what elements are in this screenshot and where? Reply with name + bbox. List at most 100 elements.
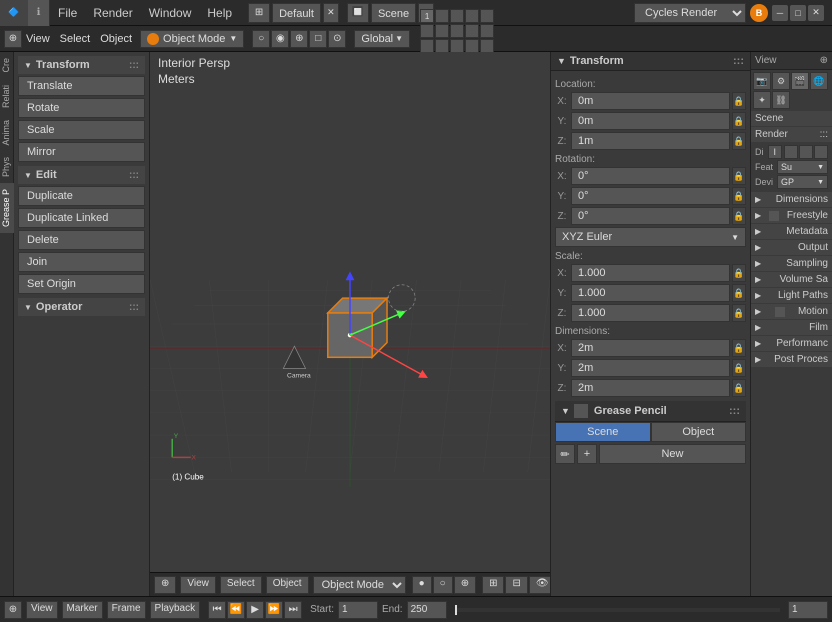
- timeline-marker-btn[interactable]: Marker: [62, 601, 103, 619]
- rotation-y-input[interactable]: [571, 187, 730, 205]
- rotation-z-lock[interactable]: 🔒: [732, 207, 746, 225]
- metadata-item[interactable]: ▶ Metadata: [751, 224, 832, 239]
- view-transform-icon[interactable]: ⊕: [290, 30, 308, 48]
- layer-7[interactable]: [435, 24, 449, 38]
- rotation-z-input[interactable]: [571, 207, 730, 225]
- location-y-lock[interactable]: 🔒: [732, 112, 746, 130]
- join-button[interactable]: Join: [18, 252, 145, 272]
- view-snap-icon[interactable]: □: [309, 30, 327, 48]
- rewind-btn[interactable]: ⏪: [227, 601, 245, 619]
- location-y-input[interactable]: [571, 112, 730, 130]
- gp-object-btn[interactable]: Object: [651, 422, 747, 442]
- sidebar-tab-physics[interactable]: Phys: [0, 151, 14, 183]
- scale-button[interactable]: Scale: [18, 120, 145, 140]
- devi-dropdown[interactable]: GP ▼: [777, 175, 828, 189]
- rotation-x-lock[interactable]: 🔒: [732, 167, 746, 185]
- timeline-type-icon[interactable]: ⊕: [4, 601, 22, 619]
- forward-btn[interactable]: ⏩: [265, 601, 283, 619]
- sidebar-tab-grease[interactable]: Grease P: [0, 183, 14, 233]
- scale-x-lock[interactable]: 🔒: [732, 264, 746, 282]
- di-btn2[interactable]: [799, 145, 813, 159]
- location-z-lock[interactable]: 🔒: [732, 132, 746, 150]
- rotate-button[interactable]: Rotate: [18, 98, 145, 118]
- viewport-canvas[interactable]: Camera: [150, 52, 550, 596]
- object-btn[interactable]: Object: [100, 33, 132, 45]
- rotation-y-lock[interactable]: 🔒: [732, 187, 746, 205]
- select-btn[interactable]: Select: [60, 33, 91, 45]
- layer-4[interactable]: [465, 9, 479, 23]
- operator-panel-header[interactable]: ▼ Operator :::: [18, 298, 145, 316]
- snap-icon2[interactable]: ⊟: [505, 576, 527, 594]
- mirror-button[interactable]: Mirror: [18, 142, 145, 162]
- info-icon[interactable]: ℹ: [28, 0, 50, 26]
- visible-icon[interactable]: 👁: [529, 576, 550, 594]
- rotation-x-input[interactable]: [571, 167, 730, 185]
- viewport-icon-btn[interactable]: ⊕: [154, 576, 176, 594]
- forward-end-btn[interactable]: ⏭: [284, 601, 302, 619]
- set-origin-button[interactable]: Set Origin: [18, 274, 145, 294]
- layer-8[interactable]: [450, 24, 464, 38]
- file-menu[interactable]: File: [50, 0, 85, 26]
- film-item[interactable]: ▶ Film: [751, 320, 832, 335]
- layer-15[interactable]: [480, 39, 494, 53]
- view-proportional-icon[interactable]: ⊙: [328, 30, 346, 48]
- viewport-type-icon[interactable]: ⊕: [4, 30, 22, 48]
- sampling-item[interactable]: ▶ Sampling: [751, 256, 832, 271]
- object-menu-btn[interactable]: Object: [266, 576, 309, 594]
- postprocess-item[interactable]: ▶ Post Proces: [751, 352, 832, 367]
- view-btn[interactable]: View: [26, 33, 50, 45]
- dim-x-input[interactable]: [571, 339, 730, 357]
- di-btn3[interactable]: [814, 145, 828, 159]
- snap-icon[interactable]: ⊞: [482, 576, 504, 594]
- scene-label[interactable]: Scene: [371, 3, 416, 23]
- solid-shade-btn[interactable]: ●: [412, 576, 432, 594]
- dim-y-lock[interactable]: 🔒: [732, 359, 746, 377]
- layer-12[interactable]: [435, 39, 449, 53]
- dim-y-input[interactable]: [571, 359, 730, 377]
- dim-x-lock[interactable]: 🔒: [732, 339, 746, 357]
- minimize-button[interactable]: ─: [772, 5, 788, 21]
- view-sphere-icon[interactable]: ○: [252, 30, 270, 48]
- help-menu[interactable]: Help: [199, 0, 240, 26]
- layer-13[interactable]: [450, 39, 464, 53]
- render-menu[interactable]: Render: [85, 0, 140, 26]
- prop-render-icon[interactable]: ⚙: [772, 72, 790, 90]
- layout-label[interactable]: Default: [272, 3, 321, 23]
- dim-z-input[interactable]: [571, 379, 730, 397]
- prop-camera-icon[interactable]: 📷: [753, 72, 771, 90]
- maximize-button[interactable]: □: [790, 5, 806, 21]
- scale-x-input[interactable]: [571, 264, 730, 282]
- di-icon[interactable]: I: [768, 145, 782, 159]
- output-item[interactable]: ▶ Output: [751, 240, 832, 255]
- location-x-lock[interactable]: 🔒: [732, 92, 746, 110]
- select-menu-btn[interactable]: Select: [220, 576, 262, 594]
- translate-button[interactable]: Translate: [18, 76, 145, 96]
- layer-2[interactable]: [435, 9, 449, 23]
- location-z-input[interactable]: [571, 132, 730, 150]
- current-frame-input[interactable]: [788, 601, 828, 619]
- scale-y-lock[interactable]: 🔒: [732, 284, 746, 302]
- delete-button[interactable]: Delete: [18, 230, 145, 250]
- dimensions-item[interactable]: ▶ Dimensions: [751, 192, 832, 207]
- layout-add[interactable]: ✕: [323, 3, 339, 23]
- scale-y-input[interactable]: [571, 284, 730, 302]
- end-frame-input[interactable]: [407, 601, 447, 619]
- window-menu[interactable]: Window: [141, 0, 200, 26]
- dim-z-lock[interactable]: 🔒: [732, 379, 746, 397]
- gp-scene-btn[interactable]: Scene: [555, 422, 651, 442]
- duplicate-button[interactable]: Duplicate: [18, 186, 145, 206]
- prop-world-icon[interactable]: 🌐: [810, 72, 828, 90]
- object-mode-select[interactable]: Object Mode ▼: [140, 30, 244, 48]
- layer-6[interactable]: [420, 24, 434, 38]
- timeline-view-btn[interactable]: View: [26, 601, 58, 619]
- prop-scene-icon[interactable]: 🎬: [791, 72, 809, 90]
- wire-shade-btn[interactable]: ○: [433, 576, 453, 594]
- transform-panel-header[interactable]: ▼ Transform :::: [18, 56, 145, 74]
- motion-item[interactable]: ▶ Motion: [751, 304, 832, 319]
- volumesa-item[interactable]: ▶ Volume Sa: [751, 272, 832, 287]
- euler-dropdown[interactable]: XYZ Euler ▼: [555, 227, 746, 247]
- layer-14[interactable]: [465, 39, 479, 53]
- di-btn1[interactable]: [784, 145, 798, 159]
- layer-3[interactable]: [450, 9, 464, 23]
- gp-new-button[interactable]: New: [599, 444, 746, 464]
